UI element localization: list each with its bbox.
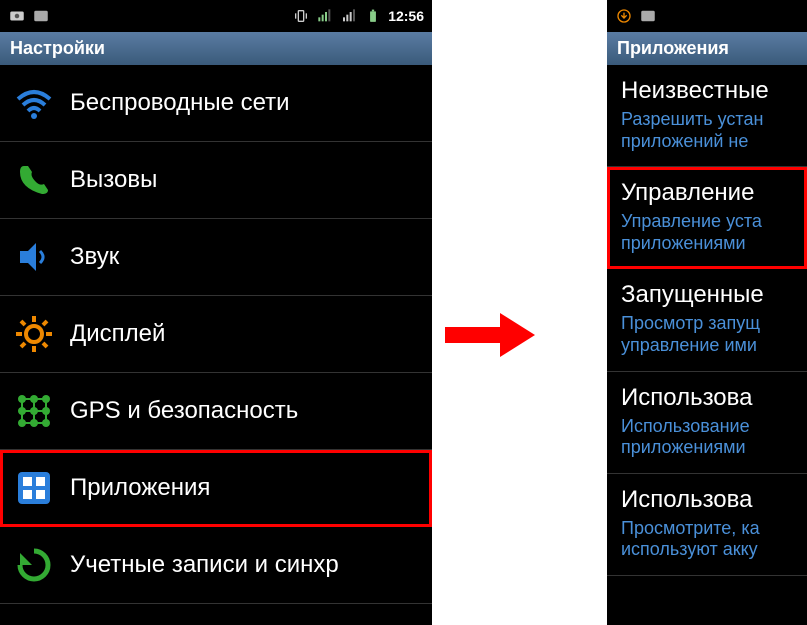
settings-item-calls[interactable]: Вызовы bbox=[0, 142, 432, 219]
apps-list: Неизвестные Разрешить устан приложений н… bbox=[607, 65, 807, 576]
apps-item-manage[interactable]: Управление Управление уста приложениями bbox=[607, 167, 807, 269]
settings-item-apps[interactable]: Приложения bbox=[0, 450, 432, 527]
wifi-signal-icon bbox=[340, 7, 358, 25]
apps-item-sub: Просмотр запущ bbox=[621, 313, 793, 335]
settings-item-display[interactable]: Дисплей bbox=[0, 296, 432, 373]
apps-item-unknown[interactable]: Неизвестные Разрешить устан приложений н… bbox=[607, 65, 807, 167]
settings-item-label: Беспроводные сети bbox=[70, 89, 290, 117]
camera-icon bbox=[8, 7, 26, 25]
settings-item-label: GPS и безопасность bbox=[70, 397, 298, 425]
page-title: Настройки bbox=[0, 32, 432, 65]
grid-icon bbox=[14, 391, 54, 431]
settings-list: Беспроводные сети Вызовы Звук Дисплей GP bbox=[0, 65, 432, 604]
settings-item-accounts[interactable]: Учетные записи и синхр bbox=[0, 527, 432, 604]
apps-item-title: Использова bbox=[621, 486, 793, 514]
status-time: 12:56 bbox=[388, 8, 424, 24]
apps-item-sub: управление ими bbox=[621, 335, 793, 357]
apps-item-sub: используют акку bbox=[621, 539, 793, 561]
apps-item-title: Управление bbox=[621, 179, 793, 207]
settings-item-label: Приложения bbox=[70, 474, 210, 502]
wifi-icon bbox=[14, 83, 54, 123]
left-phone-screen: 12:56 Настройки Беспроводные сети Вызовы… bbox=[0, 0, 432, 625]
photo-icon bbox=[639, 7, 657, 25]
apps-item-sub: приложениями bbox=[621, 437, 793, 459]
apps-item-usage-battery[interactable]: Использова Просмотрите, ка используют ак… bbox=[607, 474, 807, 576]
apps-item-sub: Просмотрите, ка bbox=[621, 518, 793, 540]
settings-item-gps[interactable]: GPS и безопасность bbox=[0, 373, 432, 450]
arrow-right-icon bbox=[440, 310, 540, 360]
download-icon bbox=[615, 7, 633, 25]
settings-item-wireless[interactable]: Беспроводные сети bbox=[0, 65, 432, 142]
settings-item-label: Учетные записи и синхр bbox=[70, 551, 339, 579]
status-bar: 12:56 bbox=[0, 0, 432, 32]
settings-item-label: Звук bbox=[70, 243, 119, 271]
phone-icon bbox=[14, 160, 54, 200]
page-title: Приложения bbox=[607, 32, 807, 65]
apps-icon bbox=[14, 468, 54, 508]
apps-item-sub: Разрешить устан bbox=[621, 109, 793, 131]
sync-icon bbox=[14, 545, 54, 585]
apps-item-title: Неизвестные bbox=[621, 77, 793, 105]
apps-item-sub: Использование bbox=[621, 416, 793, 438]
apps-item-sub: приложений не bbox=[621, 131, 793, 153]
photo-icon bbox=[32, 7, 50, 25]
speaker-icon bbox=[14, 237, 54, 277]
apps-item-usage-storage[interactable]: Использова Использование приложениями bbox=[607, 372, 807, 474]
signal-icon bbox=[316, 7, 334, 25]
gear-icon bbox=[14, 314, 54, 354]
right-phone-screen: Приложения Неизвестные Разрешить устан п… bbox=[607, 0, 807, 625]
apps-item-sub: Управление уста bbox=[621, 211, 793, 233]
settings-item-label: Дисплей bbox=[70, 320, 165, 348]
apps-item-running[interactable]: Запущенные Просмотр запущ управление ими bbox=[607, 269, 807, 371]
apps-item-title: Использова bbox=[621, 384, 793, 412]
settings-item-sound[interactable]: Звук bbox=[0, 219, 432, 296]
apps-item-title: Запущенные bbox=[621, 281, 793, 309]
status-bar bbox=[607, 0, 807, 32]
settings-item-label: Вызовы bbox=[70, 166, 157, 194]
battery-icon bbox=[364, 7, 382, 25]
apps-item-sub: приложениями bbox=[621, 233, 793, 255]
vibrate-icon bbox=[292, 7, 310, 25]
arrow-container bbox=[432, 0, 547, 360]
